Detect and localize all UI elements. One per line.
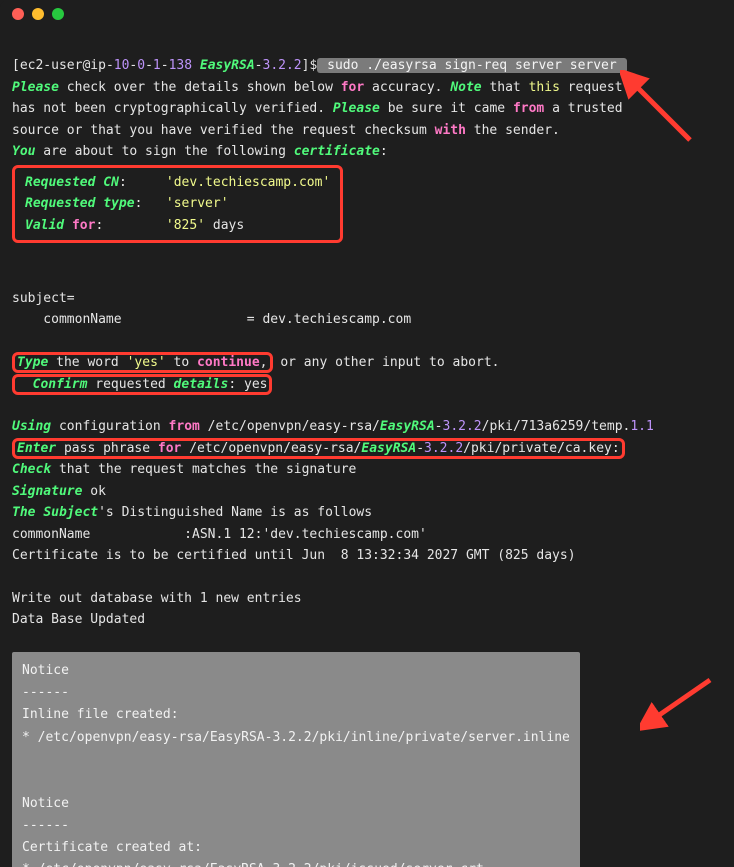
- notice-block: Notice ------ Inline file created: * /et…: [12, 652, 580, 867]
- output-line: Certificate is to be certified until Jun…: [12, 548, 576, 563]
- highlight-box-confirm: Type the word 'yes' to continue,: [12, 352, 273, 373]
- output-line: commonName = dev.techiescamp.com: [12, 312, 411, 327]
- highlight-box-passphrase: Enter pass phrase for /etc/openvpn/easy-…: [12, 438, 625, 459]
- output-line: Check that the request matches the signa…: [12, 462, 356, 477]
- output-line: source or that you have verified the req…: [12, 123, 560, 138]
- command: sudo ./easyrsa sign-req server server: [317, 58, 626, 73]
- output-line: The Subject's Distinguished Name is as f…: [12, 505, 372, 520]
- terminal-window: [ec2-user@ip-10-0-1-138 EasyRSA-3.2.2]$ …: [0, 0, 734, 867]
- output-line: subject=: [12, 291, 75, 306]
- output-line: Data Base Updated: [12, 612, 145, 627]
- output-line: Please check over the details shown belo…: [12, 80, 623, 95]
- titlebar: [0, 0, 734, 28]
- output-line: Write out database with 1 new entries: [12, 591, 302, 606]
- close-icon[interactable]: [12, 8, 24, 20]
- output-line: You are about to sign the following cert…: [12, 144, 388, 159]
- highlight-box-request: Requested CN: 'dev.techiescamp.com' Requ…: [12, 165, 343, 243]
- highlight-box-confirm2: Confirm requested details: yes: [12, 374, 272, 395]
- maximize-icon[interactable]: [52, 8, 64, 20]
- prompt: [ec2-user@ip-10-0-1-138 EasyRSA-3.2.2]$ …: [12, 58, 627, 73]
- output-line: Signature ok: [12, 484, 106, 499]
- terminal-body[interactable]: [ec2-user@ip-10-0-1-138 EasyRSA-3.2.2]$ …: [0, 28, 734, 867]
- minimize-icon[interactable]: [32, 8, 44, 20]
- output-line: Using configuration from /etc/openvpn/ea…: [12, 419, 654, 434]
- output-line: has not been cryptographically verified.…: [12, 101, 623, 116]
- output-line: commonName :ASN.1 12:'dev.techiescamp.co…: [12, 527, 427, 542]
